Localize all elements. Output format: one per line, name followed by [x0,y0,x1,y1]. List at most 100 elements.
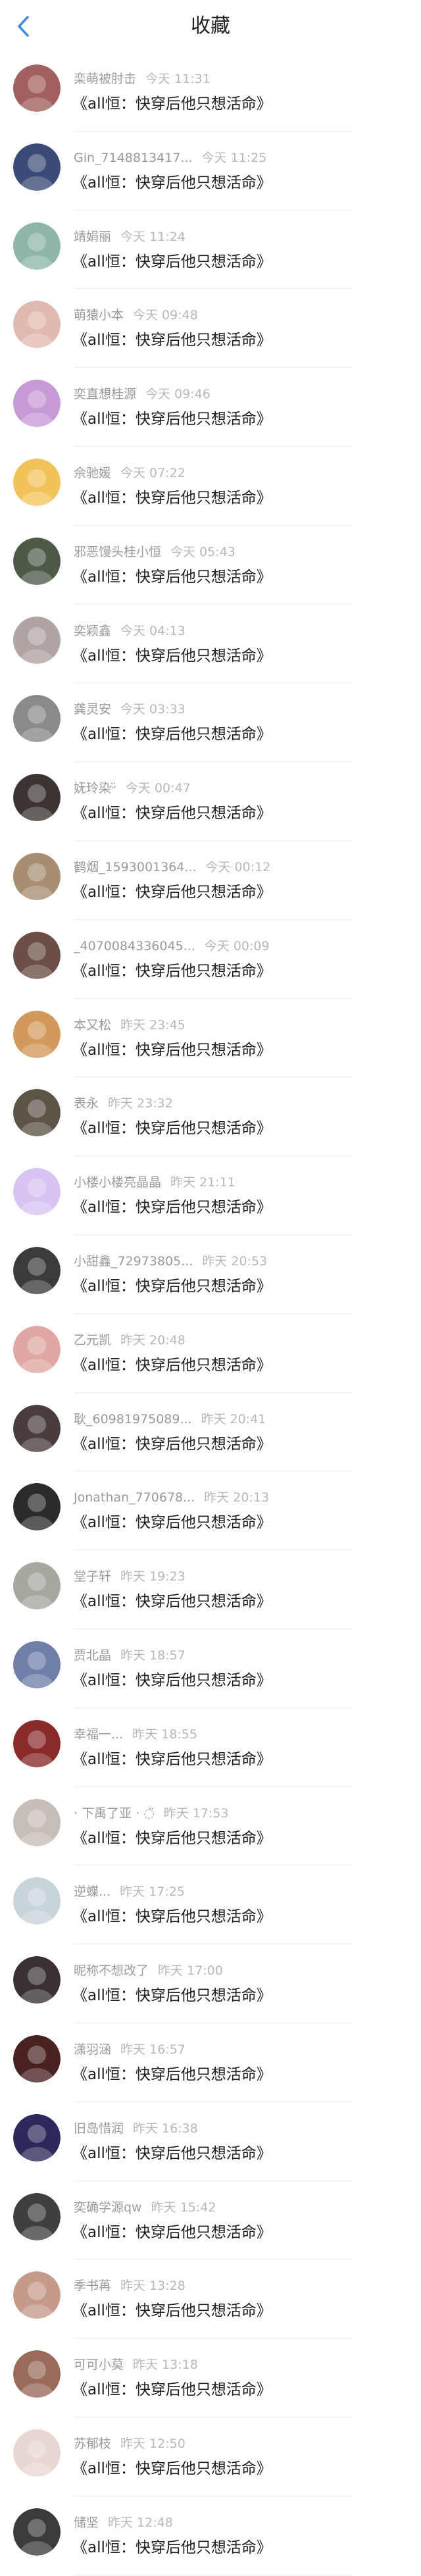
user-name[interactable]: 靖娟丽 [74,230,111,244]
avatar[interactable] [13,222,61,270]
favorite-book-title[interactable]: 《all恒：快穿后他只想活命》 [72,645,272,667]
avatar[interactable] [13,1798,61,1846]
avatar[interactable] [13,1877,61,1925]
avatar[interactable] [13,458,61,506]
list-item[interactable]: 靖娟丽 今天 11:24 《all恒：快穿后他只想活命》 [0,211,421,290]
user-name[interactable]: 贾北晶 [74,1648,111,1663]
list-item[interactable]: 贾北晶 昨天 18:57 《all恒：快穿后他只想活命》 [0,1629,421,1708]
favorite-book-title[interactable]: 《all恒：快穿后他只想活命》 [72,2143,272,2164]
avatar[interactable] [13,1089,61,1137]
user-name[interactable]: 妩玲染ᵕ̈ [74,781,116,796]
favorite-book-title[interactable]: 《all恒：快穿后他只想活命》 [72,2222,272,2243]
user-name[interactable]: 龚灵安 [74,702,111,717]
user-name[interactable]: Gin_7148813417... [74,151,193,165]
list-item[interactable]: Jonathan_770678... 昨天 20:13 《all恒：快穿后他只想活命… [0,1471,421,1550]
list-item[interactable]: 奕确学源qw 昨天 15:42 《all恒：快穿后他只想活命》 [0,2181,421,2260]
list-item[interactable]: 妩玲染ᵕ̈ 今天 00:47 《all恒：快穿后他只想活命》 [0,762,421,841]
favorite-book-title[interactable]: 《all恒：快穿后他只想活命》 [72,2458,272,2479]
list-item[interactable]: 萌猿小本 今天 09:48 《all恒：快穿后他只想活命》 [0,289,421,368]
favorite-book-title[interactable]: 《all恒：快穿后他只想活命》 [72,1434,272,1455]
user-name[interactable]: 小甜鑫_72973805... [74,1254,193,1269]
avatar[interactable] [13,695,61,743]
list-item[interactable]: 小楼小楼亮晶晶 昨天 21:11 《all恒：快穿后他只想活命》 [0,1156,421,1235]
avatar[interactable] [13,2429,61,2477]
list-item[interactable]: 龚灵安 今天 03:33 《all恒：快穿后他只想活命》 [0,683,421,762]
favorite-book-title[interactable]: 《all恒：快穿后他只想活命》 [72,2064,272,2085]
favorite-book-title[interactable]: 《all恒：快穿后他只想活命》 [72,2300,272,2321]
avatar[interactable] [13,1719,61,1767]
user-name[interactable]: 奕颖鑫 [74,624,111,638]
user-name[interactable]: 逆蝶... [74,1884,111,1899]
user-name[interactable]: 本又松 [74,1018,111,1032]
user-name[interactable]: 可可小莫 [74,2358,124,2372]
avatar[interactable] [13,1168,61,1216]
list-item[interactable]: 本又松 昨天 23:45 《all恒：快穿后他只想活命》 [0,999,421,1078]
avatar[interactable] [13,1246,61,1294]
favorite-book-title[interactable]: 《all恒：快穿后他只想活命》 [72,172,272,193]
user-name[interactable]: 幸福一... [74,1727,123,1742]
favorite-book-title[interactable]: 《all恒：快穿后他只想活命》 [72,1985,272,2006]
favorite-book-title[interactable]: 《all恒：快穿后他只想活命》 [72,724,272,745]
list-item[interactable]: 表永 昨天 23:32 《all恒：快穿后他只想活命》 [0,1077,421,1156]
list-item[interactable]: 鹤烟_1593001364... 今天 00:12 《all恒：快穿后他只想活命》 [0,841,421,920]
favorite-book-title[interactable]: 《all恒：快穿后他只想活命》 [72,330,272,351]
favorite-book-title[interactable]: 《all恒：快穿后他只想活命》 [72,1040,272,1061]
list-item[interactable]: 奕颖鑫 今天 04:13 《all恒：快穿后他只想活命》 [0,605,421,684]
avatar[interactable] [13,1404,61,1452]
favorite-book-title[interactable]: 《all恒：快穿后他只想活命》 [72,1906,272,1927]
user-name[interactable]: · 下禹了亚 · ◌̈ [74,1806,155,1821]
avatar[interactable] [13,2192,61,2240]
avatar[interactable] [13,1010,61,1058]
user-name[interactable]: 昵称不想改了 [74,1963,149,1978]
list-item[interactable]: 幸福一... 昨天 18:55 《all恒：快穿后他只想活命》 [0,1708,421,1787]
avatar[interactable] [13,64,61,112]
avatar[interactable] [13,143,61,191]
user-name[interactable]: 表永 [74,1096,99,1111]
user-name[interactable]: _4070084336045... [74,939,195,953]
list-item[interactable]: 季书苒 昨天 13:28 《all恒：快穿后他只想活命》 [0,2260,421,2338]
favorite-book-title[interactable]: 《all恒：快穿后他只想活命》 [72,93,272,114]
user-name[interactable]: 栾萌被肘击 [74,72,136,86]
user-name[interactable]: 小楼小楼亮晶晶 [74,1175,161,1190]
favorite-book-title[interactable]: 《all恒：快穿后他只想活命》 [72,567,272,588]
list-item[interactable]: 潇羽涵 昨天 16:57 《all恒：快穿后他只想活命》 [0,2023,421,2102]
avatar[interactable] [13,1640,61,1688]
user-name[interactable]: 旧岛惜润 [74,2121,124,2136]
avatar[interactable] [13,537,61,585]
list-item[interactable]: 邪恶馒头桂小恒 今天 05:43 《all恒：快穿后他只想活命》 [0,526,421,605]
avatar[interactable] [13,301,61,349]
user-name[interactable]: 耿_60981975089... [74,1412,192,1427]
favorite-book-title[interactable]: 《all恒：快穿后他只想活命》 [72,803,272,824]
avatar[interactable] [13,2508,61,2556]
favorite-book-title[interactable]: 《all恒：快穿后他只想活命》 [72,882,272,903]
list-item[interactable]: · 下禹了亚 · ◌̈ 昨天 17:53 《all恒：快穿后他只想活命》 [0,1787,421,1866]
user-name[interactable]: 储坚 [74,2515,99,2530]
user-name[interactable]: 乙元凯 [74,1333,111,1348]
user-name[interactable]: 鹤烟_1593001364... [74,860,197,874]
avatar[interactable] [13,1325,61,1373]
favorite-book-title[interactable]: 《all恒：快穿后他只想活命》 [72,409,272,430]
user-name[interactable]: 佘驰媛 [74,466,111,480]
favorite-book-title[interactable]: 《all恒：快穿后他只想活命》 [72,1197,272,1218]
user-name[interactable]: 奕直想桂源 [74,387,136,401]
list-item[interactable]: 逆蝶... 昨天 17:25 《all恒：快穿后他只想活命》 [0,1865,421,1944]
avatar[interactable] [13,2113,61,2161]
favorite-book-title[interactable]: 《all恒：快穿后他只想活命》 [72,2537,272,2558]
favorite-book-title[interactable]: 《all恒：快穿后他只想活命》 [72,2379,272,2400]
avatar[interactable] [13,1956,61,2004]
user-name[interactable]: 季书苒 [74,2279,111,2293]
list-item[interactable]: 佘驰媛 今天 07:22 《all恒：快穿后他只想活命》 [0,447,421,526]
favorite-book-title[interactable]: 《all恒：快穿后他只想活命》 [72,488,272,509]
user-name[interactable]: 潇羽涵 [74,2042,111,2057]
list-item[interactable]: Gin_7148813417... 今天 11:25 《all恒：快穿后他只想活命》 [0,132,421,211]
list-item[interactable]: 奕直想桂源 今天 09:46 《all恒：快穿后他只想活命》 [0,368,421,447]
avatar[interactable] [13,2271,61,2319]
avatar[interactable] [13,852,61,900]
avatar[interactable] [13,380,61,428]
favorite-book-title[interactable]: 《all恒：快穿后他只想活命》 [72,1670,272,1691]
avatar[interactable] [13,774,61,822]
list-item[interactable]: 旧岛惜润 昨天 16:38 《all恒：快穿后他只想活命》 [0,2102,421,2181]
avatar[interactable] [13,616,61,664]
user-name[interactable]: 邪恶馒头桂小恒 [74,545,161,559]
favorite-book-title[interactable]: 《all恒：快穿后他只想活命》 [72,251,272,272]
